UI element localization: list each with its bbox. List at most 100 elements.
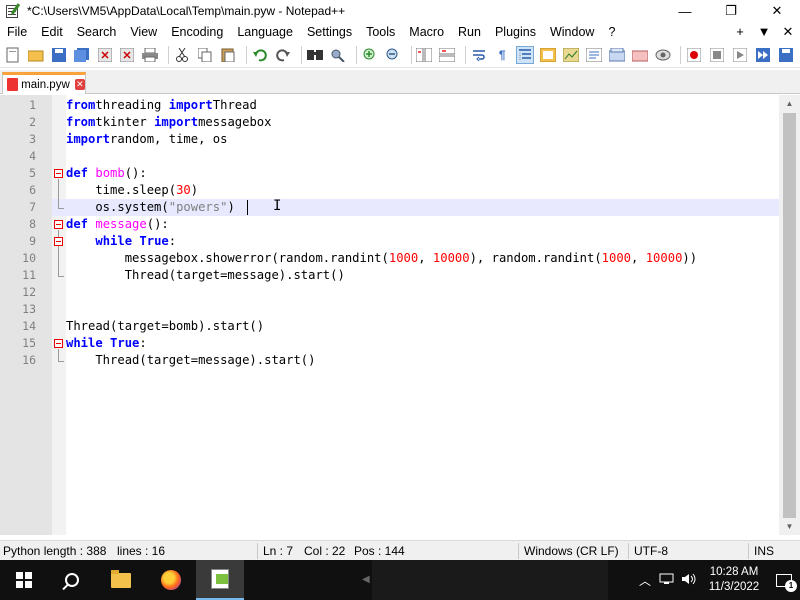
code-line[interactable] bbox=[66, 301, 779, 318]
word-wrap-icon[interactable] bbox=[470, 46, 488, 64]
save-all-icon[interactable] bbox=[73, 46, 91, 64]
save-macro-icon[interactable] bbox=[777, 46, 795, 64]
fold-toggle-icon[interactable] bbox=[54, 220, 63, 229]
code-line[interactable]: importrandom, time, os bbox=[66, 131, 779, 148]
mouse-ibeam-cursor: I bbox=[273, 198, 282, 214]
status-encoding[interactable]: UTF-8 bbox=[634, 541, 668, 561]
run-macro-multiple-icon[interactable] bbox=[754, 46, 772, 64]
close-file-icon[interactable] bbox=[96, 46, 114, 64]
code-line[interactable]: os.system("powers") bbox=[66, 199, 779, 216]
clock[interactable]: 10:28 AM 11/3/2022 bbox=[700, 565, 768, 595]
taskbar-notepadpp[interactable] bbox=[196, 560, 244, 600]
tab-close-icon[interactable]: ✕ bbox=[74, 79, 85, 90]
find-icon[interactable] bbox=[306, 46, 324, 64]
menu-macro[interactable]: Macro bbox=[402, 22, 451, 42]
folder-as-workspace-icon[interactable] bbox=[631, 46, 649, 64]
taskbar-firefox[interactable] bbox=[147, 560, 195, 600]
code-line[interactable]: messagebox.showerror(random.randint(1000… bbox=[66, 250, 779, 267]
menu-search[interactable]: Search bbox=[70, 22, 124, 42]
code-line[interactable]: fromthreading importThread bbox=[66, 97, 779, 114]
play-macro-icon[interactable] bbox=[731, 46, 749, 64]
code-line[interactable]: Thread(target=message).start() bbox=[66, 267, 779, 284]
vertical-scrollbar[interactable]: ▲ ▼ bbox=[779, 95, 800, 535]
taskbar-file-explorer[interactable] bbox=[97, 560, 145, 600]
code-line[interactable]: def message(): bbox=[66, 216, 779, 233]
code-line[interactable]: def bomb(): bbox=[66, 165, 779, 182]
close-doc-button[interactable]: ✕ bbox=[776, 22, 800, 42]
notification-center-button[interactable]: 1 bbox=[768, 560, 800, 600]
tab-main-pyw[interactable]: main.pyw ✕ bbox=[2, 72, 86, 94]
code-line[interactable]: while True: bbox=[66, 233, 779, 250]
volume-icon[interactable] bbox=[678, 573, 700, 588]
menu-language[interactable]: Language bbox=[230, 22, 300, 42]
menu-tools[interactable]: Tools bbox=[359, 22, 402, 42]
undo-icon[interactable] bbox=[251, 46, 269, 64]
fold-toggle-icon[interactable] bbox=[54, 339, 63, 348]
code-token: time.sleep( bbox=[66, 183, 177, 197]
doc-map-icon[interactable] bbox=[562, 46, 580, 64]
menu-edit[interactable]: Edit bbox=[34, 22, 70, 42]
fold-toggle-icon[interactable] bbox=[54, 169, 63, 178]
taskbar-search[interactable] bbox=[48, 560, 96, 600]
status-eol[interactable]: Windows (CR LF) bbox=[524, 541, 619, 561]
zoom-out-icon[interactable] bbox=[384, 46, 402, 64]
function-list-icon[interactable] bbox=[585, 46, 603, 64]
zoom-in-icon[interactable] bbox=[361, 46, 379, 64]
scroll-up-arrow[interactable]: ▲ bbox=[779, 95, 800, 112]
code-line[interactable]: fromtkinter importmessagebox bbox=[66, 114, 779, 131]
menu-window[interactable]: Window bbox=[543, 22, 601, 42]
code-line[interactable]: while True: bbox=[66, 335, 779, 352]
new-file-icon[interactable] bbox=[4, 46, 22, 64]
open-file-icon[interactable] bbox=[27, 46, 45, 64]
cut-icon[interactable] bbox=[173, 46, 191, 64]
scrollbar-thumb[interactable] bbox=[783, 113, 796, 518]
menu-settings[interactable]: Settings bbox=[300, 22, 359, 42]
menu-encoding[interactable]: Encoding bbox=[164, 22, 230, 42]
record-macro-icon[interactable] bbox=[685, 46, 703, 64]
code-line[interactable]: time.sleep(30) bbox=[66, 182, 779, 199]
new-tab-button[interactable]: + bbox=[728, 22, 752, 42]
start-button[interactable] bbox=[0, 560, 48, 600]
code-line[interactable]: Thread(target=message).start() bbox=[66, 352, 779, 369]
minimize-button[interactable]: — bbox=[662, 0, 708, 22]
folder-workspace-icon[interactable] bbox=[608, 46, 626, 64]
stop-macro-icon[interactable] bbox=[708, 46, 726, 64]
replace-icon[interactable] bbox=[329, 46, 347, 64]
print-icon[interactable] bbox=[141, 46, 159, 64]
status-insert-mode[interactable]: INS bbox=[754, 541, 774, 561]
code-line[interactable]: Thread(target=bomb).start() bbox=[66, 318, 779, 335]
code-area[interactable]: fromthreading importThread fromtkinter im… bbox=[66, 95, 779, 535]
close-button[interactable]: ✕ bbox=[754, 0, 800, 22]
scroll-down-arrow[interactable]: ▼ bbox=[779, 518, 800, 535]
menu-help[interactable]: ? bbox=[601, 22, 622, 42]
menu-plugins[interactable]: Plugins bbox=[488, 22, 543, 42]
sync-vertical-icon[interactable] bbox=[416, 46, 434, 64]
menu-run[interactable]: Run bbox=[451, 22, 488, 42]
code-token: os.system( bbox=[66, 200, 169, 214]
close-all-icon[interactable] bbox=[119, 46, 137, 64]
show-all-chars-icon[interactable]: ¶ bbox=[493, 46, 511, 64]
menu-file[interactable]: File bbox=[0, 22, 34, 42]
fold-margin[interactable] bbox=[52, 95, 66, 535]
udl-icon[interactable] bbox=[539, 46, 557, 64]
fold-toggle-icon[interactable] bbox=[54, 237, 63, 246]
copy-icon[interactable] bbox=[196, 46, 214, 64]
code-line[interactable] bbox=[66, 148, 779, 165]
menu-view[interactable]: View bbox=[123, 22, 164, 42]
indent-guide-icon[interactable] bbox=[516, 45, 535, 64]
tab-list-button[interactable]: ▼ bbox=[752, 22, 776, 42]
network-icon[interactable] bbox=[656, 573, 678, 588]
code-editor[interactable]: 1 2 3 4 5 6 7 8 9 10 11 12 13 14 15 16 fromthreading im… bbox=[0, 95, 800, 535]
save-icon[interactable] bbox=[50, 46, 68, 64]
code-line[interactable] bbox=[66, 284, 779, 301]
monitoring-icon[interactable] bbox=[654, 46, 672, 64]
folder-icon bbox=[111, 569, 131, 588]
restore-button[interactable]: ❐ bbox=[708, 0, 754, 22]
chevron-up-icon[interactable]: ︿ bbox=[634, 572, 656, 589]
redo-icon[interactable] bbox=[274, 46, 292, 64]
fold-guide bbox=[58, 179, 59, 208]
sync-horizontal-icon[interactable] bbox=[438, 46, 456, 64]
code-token: Thread bbox=[212, 98, 257, 112]
paste-icon[interactable] bbox=[219, 46, 237, 64]
notification-icon: 1 bbox=[776, 573, 797, 592]
